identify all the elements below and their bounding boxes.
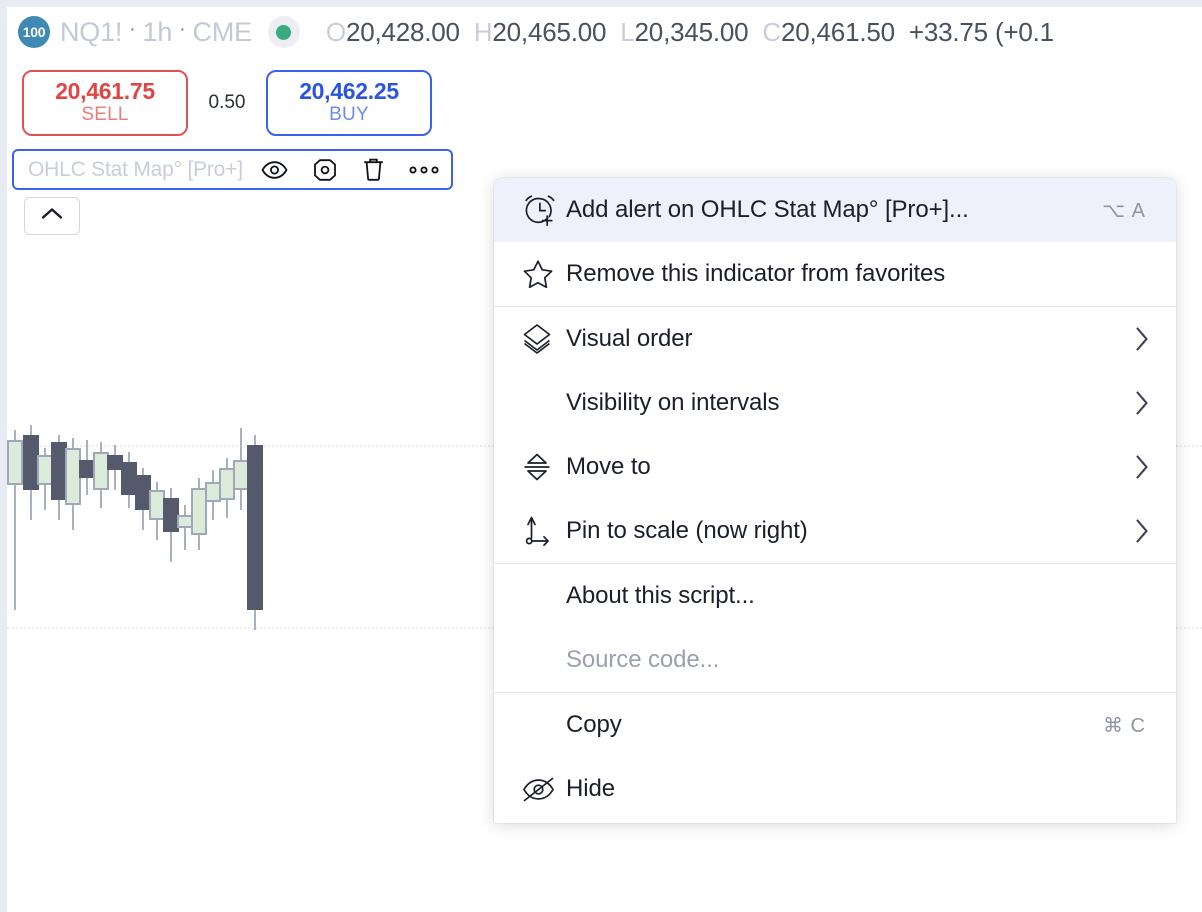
spread-value: 0.50 [208,92,246,113]
price-change: +33.75 (+0.1 [908,16,1054,47]
indicator-legend-title: OHLC Stat Map° [Pro+] [28,157,243,181]
menu-item-label: Move to [566,453,651,480]
eye-icon[interactable] [261,160,288,180]
menu-item-source-code: Source code... [494,628,1176,692]
menu-item-label: Visibility on intervals [566,389,780,416]
ohlc-close-value: 20,461.50 [781,16,895,47]
chevron-up-icon [41,207,63,225]
menu-item-visibility-on-intervals[interactable]: Visibility on intervals [494,371,1176,435]
menu-item-add-alert-on-ohlc-stat-map-pro[interactable]: Add alert on OHLC Stat Map° [Pro+]... ⌥ A [494,178,1176,242]
ohlc-high-label: H [473,16,493,47]
ohlc-values: O20,428.00 H20,465.00 L20,345.00 C20,461.50… [326,17,1054,48]
market-status-icon[interactable] [267,16,300,48]
menu-item-copy[interactable]: Copy ⌘ C [494,693,1176,757]
menu-item-label: About this script... [566,582,755,609]
menu-item-label: Visual order [566,325,693,352]
separator-dot-2: · [179,19,186,40]
ohlc-low-label: L [620,16,635,47]
menu-item-shortcut: ⌘ C [1103,714,1146,737]
indicator-legend[interactable]: OHLC Stat Map° [Pro+] [12,149,453,190]
menu-item-about-this-script[interactable]: About this script... [494,564,1176,628]
sell-button[interactable]: 20,461.75 SELL [22,70,188,136]
context-menu-group: Add alert on OHLC Stat Map° [Pro+]... ⌥ A… [494,178,1176,306]
trash-icon[interactable] [362,157,385,182]
more-options-icon[interactable] [409,165,439,174]
buy-label: BUY [329,104,369,126]
layers-icon [522,323,564,355]
move-to-icon [522,452,564,482]
menu-item-label: Hide [566,775,615,802]
menu-item-label: Copy [566,711,622,738]
menu-item-hide[interactable]: Hide [494,757,1176,821]
chevron-right-icon [1135,326,1150,352]
symbol-badge: 100 [18,16,50,48]
market-open-dot [276,24,292,40]
buy-button[interactable]: 20,462.25 BUY [266,70,432,136]
menu-item-label: Remove this indicator from favorites [566,260,946,287]
symbol-ticker[interactable]: NQ1! [60,17,122,48]
settings-icon[interactable] [312,158,338,182]
chevron-right-icon [1135,518,1150,544]
menu-item-pin-to-scale-now-right[interactable]: Pin to scale (now right) [494,499,1176,563]
exchange-name[interactable]: CME [193,17,253,48]
menu-item-label: Pin to scale (now right) [566,517,808,544]
trade-panel: 20,461.75 SELL 0.50 20,462.25 BUY [22,70,432,136]
chevron-right-icon [1135,390,1150,416]
left-rail [0,0,7,912]
ohlc-open-label: O [325,16,346,47]
context-menu-group: About this script... Source code... [494,563,1176,692]
symbol-header: 100 NQ1! · 1h · CME O20,428.00 H20,465.00… [18,12,1054,52]
ohlc-high: H20,465.00 [473,16,607,47]
menu-item-visual-order[interactable]: Visual order [494,307,1176,371]
menu-item-move-to[interactable]: Move to [494,435,1176,499]
candlestick [7,190,23,912]
separator-dot: · [129,19,136,40]
chart-app: 100 NQ1! · 1h · CME O20,428.00 H20,465.00… [0,0,1202,912]
ohlc-close-label: C [762,16,781,47]
menu-item-label: Add alert on OHLC Stat Map° [Pro+]... [566,196,969,223]
context-menu-group: Copy ⌘ C Hide [494,692,1176,821]
sell-label: SELL [81,104,129,126]
collapse-pane-button[interactable] [24,197,80,235]
ohlc-high-value: 20,465.00 [492,16,607,47]
hide-eye-icon [522,777,564,802]
candlestick [247,190,263,912]
buy-price: 20,462.25 [299,78,399,105]
ohlc-open: O20,428.00 [326,17,460,47]
menu-item-remove-this-indicator-from-favorites[interactable]: Remove this indicator from favorites [494,242,1176,306]
top-rail [0,0,1202,7]
menu-item-label: Source code... [566,646,720,673]
indicator-context-menu[interactable]: Add alert on OHLC Stat Map° [Pro+]... ⌥ A… [494,178,1176,823]
context-menu-group: Visual order Visibility on intervals Move … [494,306,1176,563]
pin-to-scale-icon [522,515,564,547]
chart-interval[interactable]: 1h [143,17,173,48]
ohlc-low: L20,345.00 [620,17,748,47]
alarm-clock-plus-icon [522,193,564,227]
ohlc-low-value: 20,345.00 [634,16,749,47]
chevron-right-icon [1135,454,1150,480]
star-icon [522,259,564,290]
sell-price: 20,461.75 [55,78,155,105]
ohlc-open-value: 20,428.00 [345,16,460,47]
menu-item-shortcut: ⌥ A [1102,199,1146,222]
ohlc-close: C20,461.50 [762,16,895,47]
